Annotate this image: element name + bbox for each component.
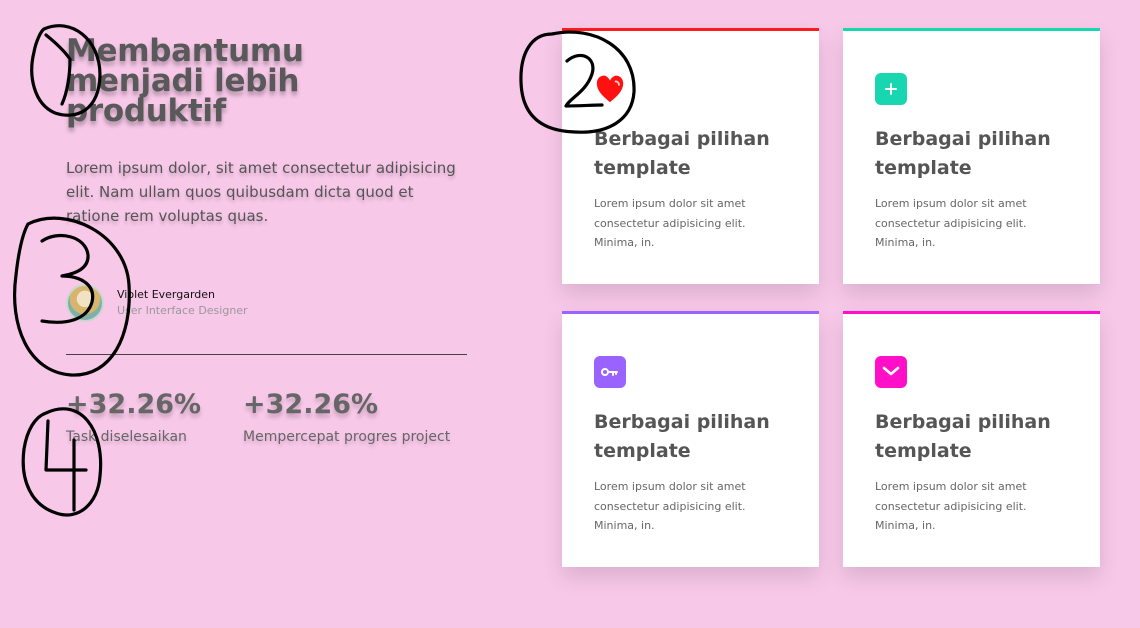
stat-project-progress: +32.26% Mempercepat progres project xyxy=(243,388,450,446)
feature-card: Berbagai pilihan template Lorem ipsum do… xyxy=(562,28,819,284)
stat-label: Task diselesaikan xyxy=(66,429,187,445)
plus-icon xyxy=(875,73,907,105)
card-title: Berbagai pilihan template xyxy=(875,128,1051,179)
hero-section: Membantumu menjadi lebih produktif Lorem… xyxy=(66,36,486,228)
card-title: Berbagai pilihan template xyxy=(594,411,770,462)
card-description: Lorem ipsum dolor sit amet consectetur a… xyxy=(875,480,1027,532)
card-description: Lorem ipsum dolor sit amet consectetur a… xyxy=(875,197,1027,249)
avatar xyxy=(66,284,104,322)
card-description: Lorem ipsum dolor sit amet consectetur a… xyxy=(594,197,746,249)
page-title: Membantumu menjadi lebih produktif xyxy=(66,33,304,129)
divider xyxy=(66,354,467,355)
author-info: Violet Evergarden User Interface Designe… xyxy=(66,284,248,322)
stat-value: +32.26% xyxy=(66,389,202,420)
card-title: Berbagai pilihan template xyxy=(875,411,1051,462)
hero-description: Lorem ipsum dolor, sit amet consectetur … xyxy=(66,159,456,225)
card-title: Berbagai pilihan template xyxy=(594,128,770,179)
author-name: Violet Evergarden xyxy=(117,288,216,301)
stat-label: Mempercepat progres project xyxy=(243,429,451,445)
author-text: Violet Evergarden User Interface Designe… xyxy=(117,287,248,319)
author-role: User Interface Designer xyxy=(117,304,248,317)
feature-card: Berbagai pilihan template Lorem ipsum do… xyxy=(843,28,1100,284)
stat-value: +32.26% xyxy=(243,389,379,420)
feature-card: Berbagai pilihan template Lorem ipsum do… xyxy=(562,311,819,567)
stat-task-completed: +32.26% Task diselesaikan xyxy=(66,388,201,446)
key-icon xyxy=(594,356,626,388)
heart-icon xyxy=(594,73,626,105)
mail-icon xyxy=(875,356,907,388)
feature-card: Berbagai pilihan template Lorem ipsum do… xyxy=(843,311,1100,567)
card-description: Lorem ipsum dolor sit amet consectetur a… xyxy=(594,480,746,532)
